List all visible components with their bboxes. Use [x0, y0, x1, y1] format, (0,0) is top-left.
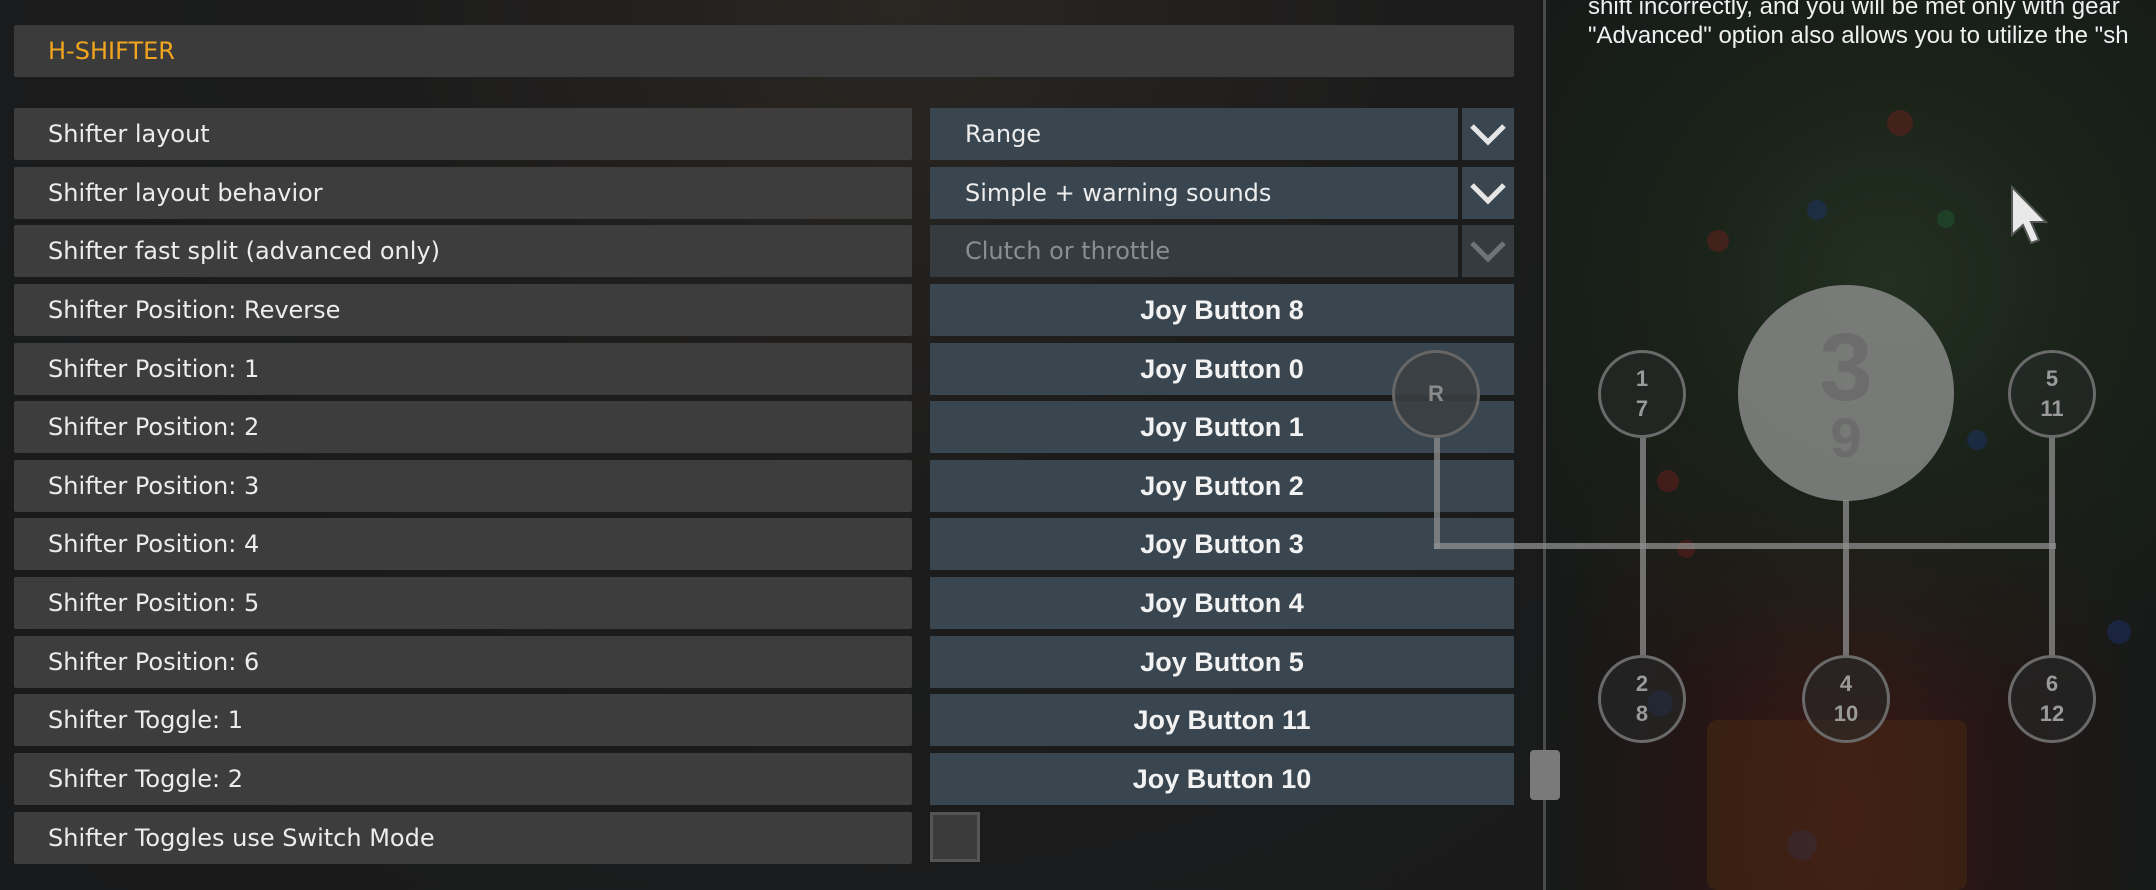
gear-4: 4 10 — [1802, 655, 1890, 743]
setting-row-toggle-2: Shifter Toggle: 2 — [14, 753, 912, 805]
setting-label: Shifter Position: 6 — [48, 648, 260, 676]
section-header-h-shifter: H-SHIFTER — [14, 25, 1514, 77]
gear-1: 1 7 — [1598, 350, 1686, 438]
gear-label: 1 — [1635, 366, 1649, 391]
chevron-down-icon — [1470, 183, 1506, 205]
scrollbar-thumb[interactable] — [1530, 750, 1560, 800]
gear-2: 2 8 — [1598, 655, 1686, 743]
binding-button-position-4[interactable]: Joy Button 3 — [930, 518, 1514, 570]
setting-label: Shifter Position: Reverse — [48, 296, 341, 324]
description-line-2: "Advanced" option also allows you to uti… — [1588, 22, 2129, 49]
setting-label: Shifter layout behavior — [48, 179, 323, 207]
gear-reverse-label: R — [1428, 381, 1444, 406]
setting-label: Shifter Position: 2 — [48, 413, 260, 441]
setting-label: Shifter Toggle: 1 — [48, 706, 243, 734]
binding-button-position-3[interactable]: Joy Button 2 — [930, 460, 1514, 512]
shifter-fast-split-dropdown-button — [1462, 225, 1514, 277]
gear-3-active: 3 9 — [1738, 285, 1954, 501]
setting-row-toggle-1: Shifter Toggle: 1 — [14, 694, 912, 746]
setting-label: Shifter Position: 1 — [48, 355, 260, 383]
shift-gate-line — [1843, 500, 1849, 657]
gear-label: 2 — [1635, 671, 1649, 696]
gear-5: 5 11 — [2008, 350, 2096, 438]
setting-row-position-5: Shifter Position: 5 — [14, 577, 912, 629]
setting-row-position-2: Shifter Position: 2 — [14, 401, 912, 453]
setting-label: Shifter Toggles use Switch Mode — [48, 824, 435, 852]
description-line-1: shift incorrectly, and you will be met o… — [1588, 0, 2120, 20]
gear-reverse: R — [1392, 350, 1480, 438]
setting-row-shifter-fast-split: Shifter fast split (advanced only) — [14, 225, 912, 277]
binding-button-position-reverse[interactable]: Joy Button 8 — [930, 284, 1514, 336]
gear-label: 6 — [2045, 671, 2059, 696]
setting-row-position-4: Shifter Position: 4 — [14, 518, 912, 570]
gear-label: 3 — [1819, 314, 1873, 421]
select-value: Range — [965, 120, 1042, 148]
setting-row-position-reverse: Shifter Position: Reverse — [14, 284, 912, 336]
gear-label-split: 11 — [2040, 396, 2064, 421]
shifter-layout-behavior-dropdown-button[interactable] — [1462, 167, 1514, 219]
mouse-cursor-icon — [2010, 184, 2054, 251]
chevron-down-icon — [1470, 124, 1506, 146]
setting-label: Shifter fast split (advanced only) — [48, 237, 441, 265]
shifter-fast-split-select: Clutch or throttle — [930, 225, 1458, 277]
gear-6: 6 12 — [2008, 655, 2096, 743]
setting-label: Shifter Position: 5 — [48, 589, 260, 617]
shifter-layout-behavior-select[interactable]: Simple + warning sounds — [930, 167, 1458, 219]
gear-label-split: 7 — [1635, 396, 1649, 421]
gear-label: 5 — [2045, 366, 2059, 391]
chevron-down-icon — [1470, 241, 1506, 263]
shift-gate-line — [1640, 437, 1646, 657]
binding-button-toggle-1[interactable]: Joy Button 11 — [930, 694, 1514, 746]
shift-gate-line — [1434, 437, 1440, 549]
setting-row-shifter-layout-behavior: Shifter layout behavior — [14, 167, 912, 219]
setting-label: Shifter Toggle: 2 — [48, 765, 243, 793]
shift-gate-line — [1434, 543, 2056, 549]
setting-row-shifter-layout: Shifter layout — [14, 108, 912, 160]
setting-label: Shifter layout — [48, 120, 210, 148]
setting-row-position-1: Shifter Position: 1 — [14, 343, 912, 395]
setting-row-position-3: Shifter Position: 3 — [14, 460, 912, 512]
shift-gate-line — [2049, 437, 2055, 657]
setting-label: Shifter Position: 3 — [48, 472, 260, 500]
binding-button-position-5[interactable]: Joy Button 4 — [930, 577, 1514, 629]
shifter-layout-dropdown-button[interactable] — [1462, 108, 1514, 160]
select-value: Clutch or throttle — [965, 237, 1171, 265]
setting-label: Shifter Position: 4 — [48, 530, 260, 558]
binding-button-position-6[interactable]: Joy Button 5 — [930, 636, 1514, 688]
gear-label-split: 10 — [1833, 701, 1859, 726]
binding-button-toggle-2[interactable]: Joy Button 10 — [930, 753, 1514, 805]
gear-label-split: 9 — [1830, 406, 1862, 469]
gear-label-split: 12 — [2039, 701, 2065, 726]
setting-row-toggles-switch-mode: Shifter Toggles use Switch Mode — [14, 812, 912, 864]
gear-label: 4 — [1839, 671, 1853, 696]
section-title: H-SHIFTER — [48, 37, 175, 65]
select-value: Simple + warning sounds — [965, 179, 1272, 207]
gear-label-split: 8 — [1635, 701, 1649, 726]
toggles-switch-mode-checkbox[interactable] — [930, 812, 980, 862]
shifter-layout-select[interactable]: Range — [930, 108, 1458, 160]
setting-row-position-6: Shifter Position: 6 — [14, 636, 912, 688]
